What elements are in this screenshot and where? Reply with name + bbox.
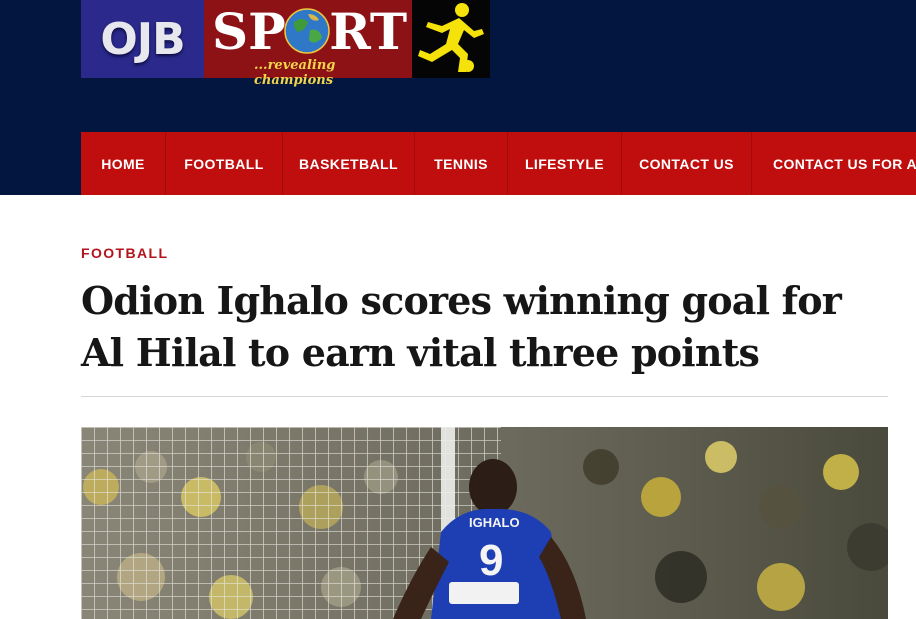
jersey-number: 9 [479,536,503,585]
logo-sport-block: SPORT ...revealing champions [204,0,412,88]
main-nav: HOME FOOTBALL BASKETBALL TENNIS LIFESTYL… [81,132,916,195]
nav-contact-ads[interactable]: CONTACT US FOR AD [752,132,916,195]
nav-basketball[interactable]: BASKETBALL [283,132,415,195]
nav-contact-us[interactable]: CONTACT US [622,132,752,195]
globe-icon [284,8,330,54]
nav-tennis[interactable]: TENNIS [415,132,508,195]
featured-image-art: IGHALO 9 [81,427,888,619]
logo-ojb-text: OJB [100,13,185,65]
article-featured-image[interactable]: IGHALO 9 [81,427,888,619]
logo-runner-block [412,0,490,78]
logo-tagline: ...revealing champions [254,58,336,88]
article-category[interactable]: FOOTBALL [81,245,168,261]
logo-ojb-block: OJB [81,0,204,78]
nav-lifestyle[interactable]: LIFESTYLE [508,132,622,195]
jersey-name: IGHALO [469,515,520,530]
article-title: Odion Ighalo scores winning goal for Al … [81,278,842,375]
runner-icon [418,3,484,72]
site-logo[interactable]: OJB SPORT ...revealing champions [81,0,490,88]
nav-football[interactable]: FOOTBALL [166,132,283,195]
title-divider [81,396,888,397]
nav-home[interactable]: HOME [81,132,166,195]
